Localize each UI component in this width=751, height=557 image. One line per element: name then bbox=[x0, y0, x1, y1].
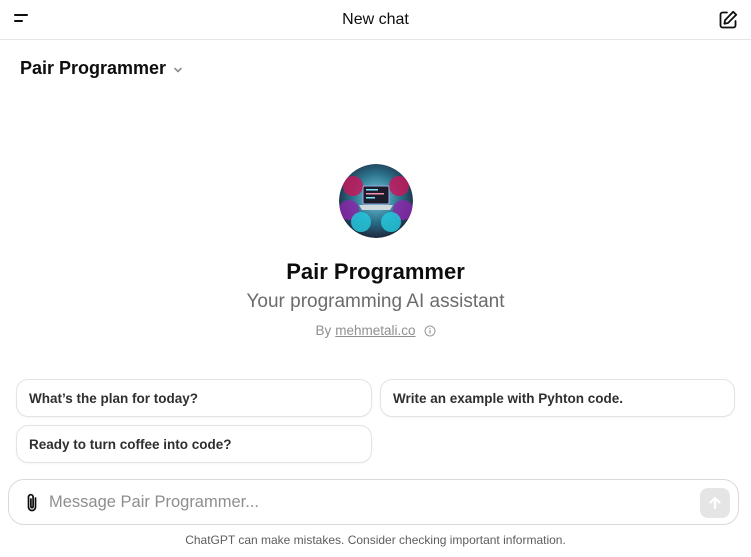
gpt-avatar bbox=[339, 164, 413, 238]
disclaimer-text: ChatGPT can make mistakes. Consider chec… bbox=[185, 533, 566, 547]
author-link[interactable]: mehmetali.co bbox=[335, 323, 415, 338]
chevron-down-icon bbox=[174, 67, 182, 72]
message-input[interactable] bbox=[49, 488, 689, 516]
edit-icon bbox=[719, 10, 738, 29]
model-name: Pair Programmer bbox=[20, 58, 167, 78]
prompt-label: Write an example with Pyhton code. bbox=[393, 390, 624, 406]
attach-button[interactable] bbox=[23, 492, 41, 514]
by-label: By bbox=[315, 323, 332, 338]
send-button[interactable] bbox=[700, 488, 730, 518]
info-icon[interactable] bbox=[424, 325, 436, 337]
suggested-prompt[interactable]: What’s the plan for today? bbox=[16, 379, 372, 417]
top-bar: New chat bbox=[0, 0, 751, 40]
suggested-prompt[interactable]: Write an example with Pyhton code. bbox=[380, 379, 735, 417]
prompt-label: Ready to turn coffee into code? bbox=[29, 436, 232, 452]
paperclip-icon bbox=[27, 493, 37, 512]
suggested-prompt[interactable]: Ready to turn coffee into code? bbox=[16, 425, 372, 463]
gpt-name: Pair Programmer bbox=[286, 259, 465, 284]
gpt-description: Your programming AI assistant bbox=[246, 291, 505, 312]
new-chat-button[interactable] bbox=[717, 9, 739, 31]
arrow-up-icon bbox=[709, 496, 721, 510]
prompt-label: What’s the plan for today? bbox=[29, 390, 199, 406]
author-byline: By mehmetali.co bbox=[0, 323, 751, 338]
model-selector[interactable]: Pair Programmer bbox=[20, 58, 184, 79]
message-composer bbox=[8, 479, 739, 525]
page-title: New chat bbox=[342, 11, 409, 28]
